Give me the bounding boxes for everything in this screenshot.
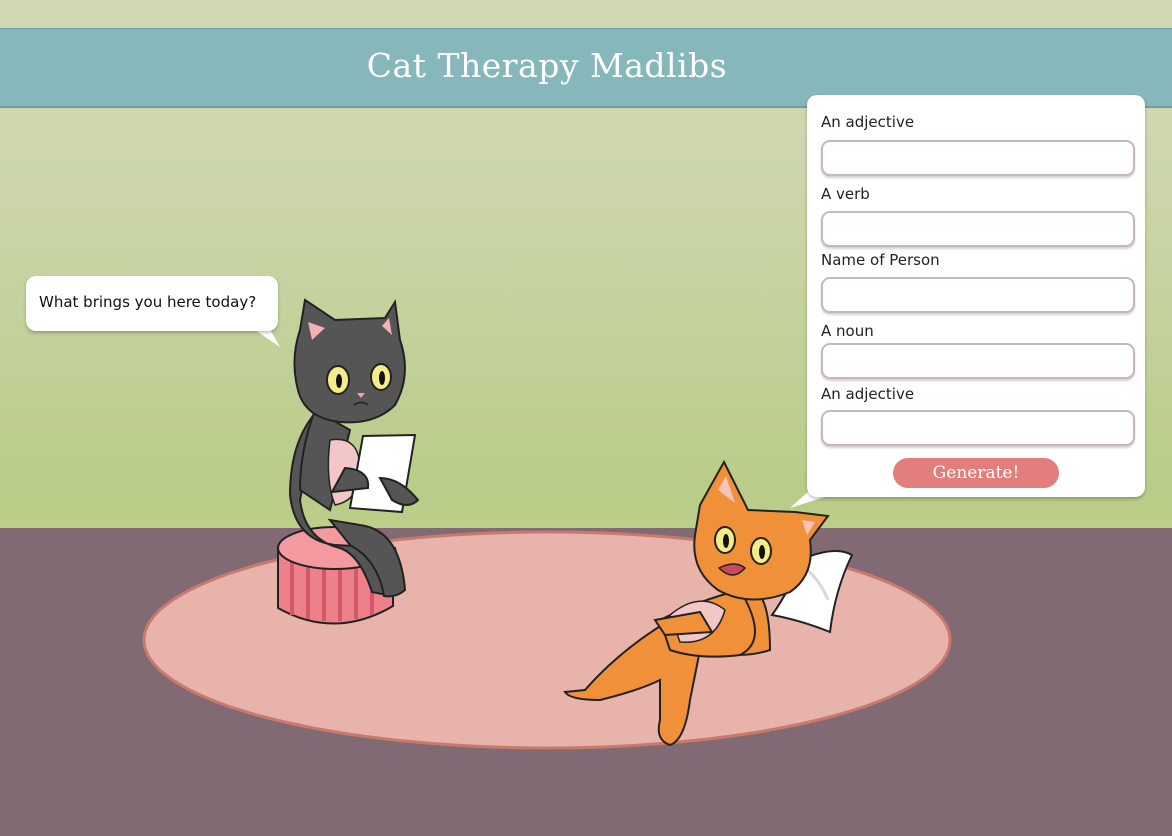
field-label-noun: A noun — [821, 322, 874, 340]
madlibs-form-panel: An adjective A verb Name of Person A nou… — [807, 95, 1145, 497]
adjective-2-input[interactable] — [821, 410, 1135, 446]
adjective-1-input[interactable] — [821, 140, 1135, 176]
therapist-speech-bubble: What brings you here today? — [26, 276, 278, 331]
scene: Cat Therapy Madlibs What brings you here… — [0, 0, 1172, 836]
therapist-speech-text: What brings you here today? — [39, 293, 257, 311]
field-label-adjective-1: An adjective — [821, 113, 915, 131]
field-label-verb: A verb — [821, 185, 870, 203]
field-label-adjective-2: An adjective — [821, 385, 915, 403]
field-label-person-name: Name of Person — [821, 251, 940, 269]
noun-input[interactable] — [821, 343, 1135, 379]
verb-input[interactable] — [821, 211, 1135, 247]
generate-button[interactable]: Generate! — [893, 458, 1059, 488]
person-name-input[interactable] — [821, 277, 1135, 313]
